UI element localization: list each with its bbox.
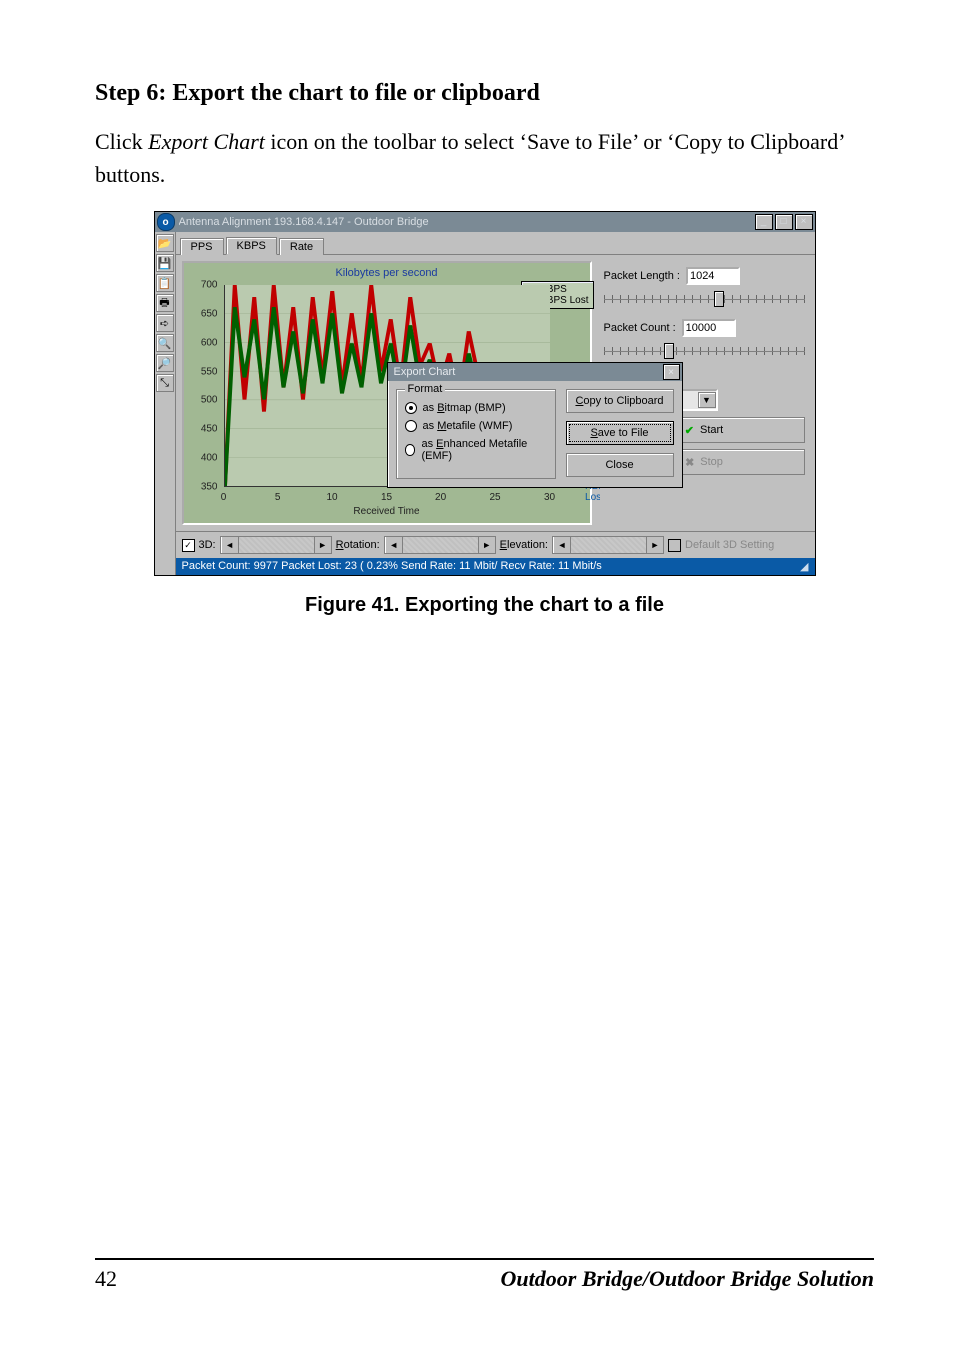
- export-chart-dialog: Export Chart × Format as Bitmap (BMP): [387, 362, 683, 488]
- tab-kbps[interactable]: KBPS: [226, 237, 277, 255]
- ytick: 550: [201, 366, 218, 377]
- radio-icon: [405, 444, 416, 456]
- chart-tabs: PPS KBPS Rate: [176, 232, 815, 255]
- chart-xlabel: Received Time: [224, 506, 550, 517]
- radio-wmf-label: as Metafile (WMF): [423, 420, 513, 432]
- body-prefix: Click: [95, 129, 148, 154]
- zoom-out-icon[interactable]: 🔎: [156, 354, 174, 372]
- tab-rate[interactable]: Rate: [279, 238, 324, 255]
- body-em: Export Chart: [148, 129, 265, 154]
- packet-count-label: Packet Count :: [604, 322, 676, 334]
- scroll-left-icon[interactable]: ◄: [385, 537, 403, 553]
- xtick: 15: [381, 492, 392, 503]
- open-icon[interactable]: 📂: [156, 234, 174, 252]
- packet-count-field[interactable]: 10000: [682, 319, 736, 337]
- xtick: 25: [489, 492, 500, 503]
- step-heading: Step 6: Export the chart to file or clip…: [95, 80, 874, 107]
- rotation-label: Rotation:: [336, 539, 380, 551]
- chart-xticks: 0 5 10 15 20 25 30 Received Time KBPS Lo: [224, 489, 550, 517]
- radio-icon: [405, 402, 417, 414]
- packet-length-slider[interactable]: [604, 291, 805, 309]
- format-legend: Format: [405, 383, 446, 395]
- default-3d-label: Default 3D Setting: [685, 539, 774, 551]
- 3d-checkbox[interactable]: ✓: [182, 539, 195, 552]
- export-icon[interactable]: ➪: [156, 314, 174, 332]
- maximize-button[interactable]: □: [775, 214, 793, 230]
- page-footer: 42 Outdoor Bridge/Outdoor Bridge Solutio…: [95, 1258, 874, 1292]
- figure-caption: Figure 41. Exporting the chart to a file: [95, 594, 874, 617]
- ytick: 450: [201, 424, 218, 435]
- radio-emf-label: as Enhanced Metafile (EMF): [421, 438, 546, 462]
- xtick: 20: [435, 492, 446, 503]
- chart-yticks: 700 650 600 550 500 450 400 350: [188, 285, 220, 487]
- body-paragraph: Click Export Chart icon on the toolbar t…: [95, 125, 874, 191]
- ytick: 650: [201, 308, 218, 319]
- screenshot-window: o Antenna Alignment 193.168.4.147 - Outd…: [154, 211, 816, 576]
- 3d-label: 3D:: [199, 539, 216, 551]
- scroll-left-icon[interactable]: ◄: [221, 537, 239, 553]
- start-label: Start: [700, 424, 723, 436]
- resize-grip-icon[interactable]: ◢: [797, 560, 809, 573]
- scroll-right-icon[interactable]: ►: [646, 537, 663, 553]
- dialog-close-button[interactable]: ×: [663, 364, 680, 380]
- radio-emf[interactable]: as Enhanced Metafile (EMF): [405, 438, 547, 462]
- scroll-left-icon[interactable]: ◄: [553, 537, 571, 553]
- app-icon: o: [157, 213, 175, 231]
- x-icon: ✖: [685, 456, 694, 469]
- tab-pps[interactable]: PPS: [180, 238, 224, 255]
- ytick: 700: [201, 280, 218, 291]
- packet-length-field[interactable]: 1024: [686, 267, 740, 285]
- xtick: 10: [326, 492, 337, 503]
- check-icon: ✔: [685, 424, 694, 437]
- scroll-right-icon[interactable]: ►: [314, 537, 331, 553]
- elevation-scroll[interactable]: ◄ ►: [552, 536, 664, 554]
- ytick: 500: [201, 395, 218, 406]
- ytick: 400: [201, 453, 218, 464]
- window-title: Antenna Alignment 193.168.4.147 - Outdoo…: [179, 216, 755, 228]
- rotation-scroll[interactable]: ◄ ►: [384, 536, 496, 554]
- minimize-button[interactable]: _: [755, 214, 773, 230]
- product-title: Outdoor Bridge/Outdoor Bridge Solution: [501, 1266, 874, 1292]
- close-dialog-button[interactable]: Close: [566, 453, 674, 477]
- radio-wmf[interactable]: as Metafile (WMF): [405, 420, 547, 432]
- chart-title: Kilobytes per second: [184, 267, 590, 279]
- copy-icon[interactable]: 📋: [156, 274, 174, 292]
- save-to-file-button[interactable]: Save to File: [566, 421, 674, 445]
- dialog-titlebar: Export Chart ×: [388, 363, 682, 381]
- save-icon[interactable]: 💾: [156, 254, 174, 272]
- default-3d-checkbox[interactable]: [668, 539, 681, 552]
- radio-bmp-label: as Bitmap (BMP): [423, 402, 506, 414]
- dialog-title: Export Chart: [394, 366, 456, 378]
- xtick: 30: [544, 492, 555, 503]
- 3d-scroll[interactable]: ◄ ►: [220, 536, 332, 554]
- stop-label: Stop: [700, 456, 723, 468]
- window-titlebar: o Antenna Alignment 193.168.4.147 - Outd…: [155, 212, 815, 232]
- bottom-3d-bar: ✓ 3D: ◄ ► Rotation: ◄ ►: [176, 531, 815, 558]
- packet-count-slider[interactable]: [604, 343, 805, 361]
- ytick: 600: [201, 337, 218, 348]
- format-groupbox: Format as Bitmap (BMP) as Metafil: [396, 389, 556, 479]
- page-number: 42: [95, 1266, 117, 1292]
- close-button[interactable]: ×: [795, 214, 813, 230]
- packet-length-label: Packet Length :: [604, 270, 680, 282]
- copy-to-clipboard-button[interactable]: Copy to Clipboard: [566, 389, 674, 413]
- radio-icon: [405, 420, 417, 432]
- reset-zoom-icon[interactable]: ⤡: [156, 374, 174, 392]
- xtick: 5: [275, 492, 281, 503]
- xtick: 0: [221, 492, 227, 503]
- radio-bmp[interactable]: as Bitmap (BMP): [405, 402, 547, 414]
- elevation-label: Elevation:: [500, 539, 548, 551]
- scroll-right-icon[interactable]: ►: [478, 537, 495, 553]
- vertical-toolbar: 📂 💾 📋 🖶 ➪ 🔍 🔎 ⤡: [155, 232, 176, 575]
- status-bar: Packet Count: 9977 Packet Lost: 23 ( 0.2…: [176, 558, 815, 575]
- print-icon[interactable]: 🖶: [156, 294, 174, 312]
- zoom-in-icon[interactable]: 🔍: [156, 334, 174, 352]
- chevron-down-icon[interactable]: ▼: [698, 392, 716, 408]
- status-text: Packet Count: 9977 Packet Lost: 23 ( 0.2…: [182, 560, 602, 573]
- ytick: 350: [201, 482, 218, 493]
